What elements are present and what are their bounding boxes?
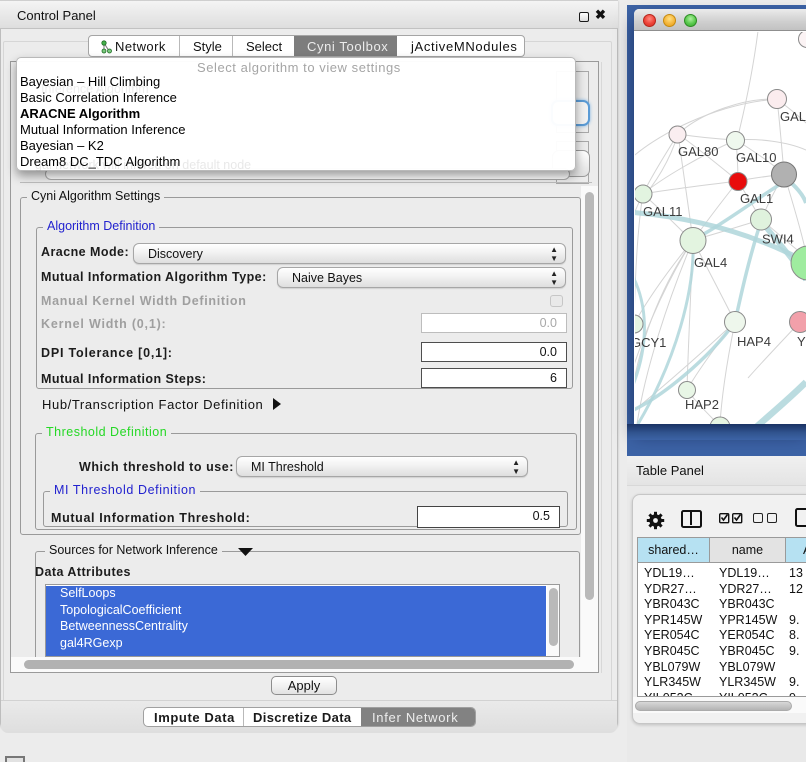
svg-text:GAL10: GAL10 xyxy=(736,150,776,165)
svg-text:GAL4: GAL4 xyxy=(694,255,727,270)
svg-text:GAL7: GAL7 xyxy=(780,109,806,124)
svg-text:Y: Y xyxy=(797,334,806,349)
svg-text:GAL11: GAL11 xyxy=(643,204,683,219)
svg-text:HAP2: HAP2 xyxy=(685,397,719,412)
svg-text:GAL1: GAL1 xyxy=(740,191,773,206)
svg-text:GAL80: GAL80 xyxy=(678,144,718,159)
svg-text:SWI4: SWI4 xyxy=(762,232,794,247)
svg-text:GCY1: GCY1 xyxy=(635,335,666,350)
svg-text:HAP4: HAP4 xyxy=(737,334,771,349)
